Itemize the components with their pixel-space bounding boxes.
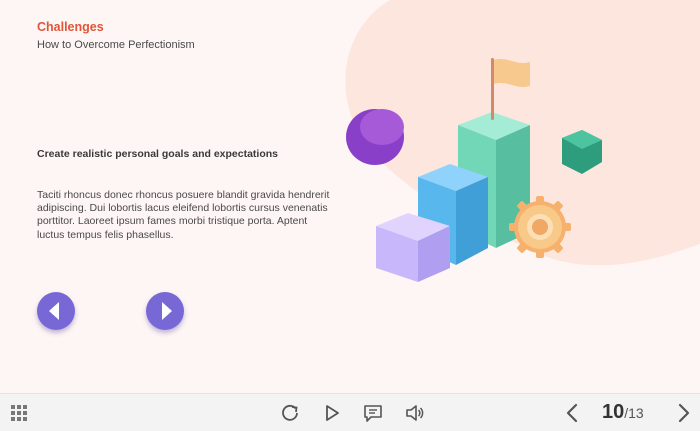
body-paragraph: Taciti rhoncus donec rhoncus posuere bla… xyxy=(37,189,330,241)
replay-icon xyxy=(282,404,298,421)
slide-subheading: How to Overcome Perfectionism xyxy=(37,39,195,51)
gear-icon xyxy=(509,196,571,258)
chevron-right-icon xyxy=(678,403,690,422)
total-pages: /13 xyxy=(624,405,644,421)
green-cube-shape xyxy=(562,130,602,174)
notes-button[interactable] xyxy=(361,394,385,431)
arrow-left-icon xyxy=(49,302,59,320)
page-counter: 10 /13 xyxy=(602,394,644,431)
prev-page-button[interactable] xyxy=(562,394,582,431)
next-page-button[interactable] xyxy=(674,394,694,431)
comment-icon xyxy=(364,404,382,422)
volume-icon xyxy=(406,404,424,421)
grid-icon xyxy=(11,404,27,421)
small-bar xyxy=(376,213,450,282)
chevron-left-icon xyxy=(566,403,578,422)
player-toolbar: 10 /13 xyxy=(0,393,700,431)
current-page: 10 xyxy=(602,401,625,423)
next-slide-button[interactable] xyxy=(146,292,184,330)
replay-button[interactable] xyxy=(278,394,302,431)
purple-cube-shape xyxy=(346,109,404,165)
slide: Challenges How to Overcome Perfectionism… xyxy=(0,0,700,393)
goal-title: Create realistic personal goals and expe… xyxy=(37,148,279,160)
slide-heading: Challenges xyxy=(37,20,104,34)
menu-grid-button[interactable] xyxy=(8,394,30,431)
volume-button[interactable] xyxy=(403,394,427,431)
play-button[interactable] xyxy=(321,394,343,431)
play-icon xyxy=(326,404,339,421)
flag-icon xyxy=(491,58,530,120)
arrow-right-icon xyxy=(162,302,172,320)
goal-steps-illustration xyxy=(346,58,602,282)
prev-slide-button[interactable] xyxy=(37,292,75,330)
